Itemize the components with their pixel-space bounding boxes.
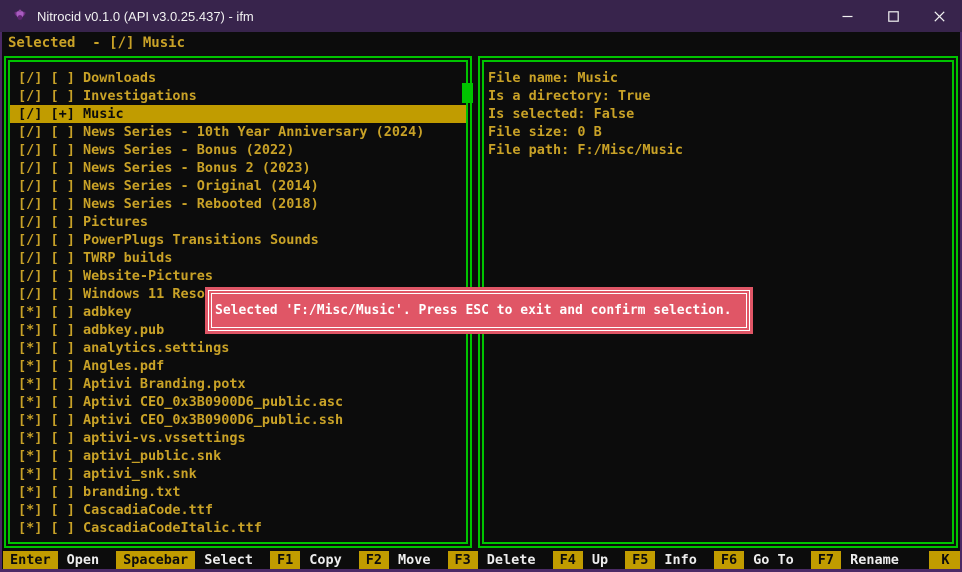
list-item[interactable]: [*] [ ] branding.txt <box>10 483 466 501</box>
list-item[interactable]: [*] [ ] Aptivi Branding.potx <box>10 375 466 393</box>
maximize-button[interactable] <box>870 0 916 32</box>
key-action-label: Copy <box>309 551 342 569</box>
window-controls <box>824 0 962 32</box>
list-item[interactable]: [/] [ ] News Series - Original (2014) <box>10 177 466 195</box>
file-info-list: File name: MusicIs a directory: TrueIs s… <box>484 62 952 159</box>
info-line: File size: 0 B <box>488 123 952 141</box>
info-line: Is a directory: True <box>488 87 952 105</box>
list-item[interactable]: [*] [ ] CascadiaCodeItalic.ttf <box>10 519 466 537</box>
key-chip[interactable]: Enter <box>3 551 58 569</box>
list-item[interactable]: [*] [ ] CascadiaCode.ttf <box>10 501 466 519</box>
info-line: File name: Music <box>488 69 952 87</box>
key-chip[interactable]: F5 <box>625 551 655 569</box>
dialog-message: Selected 'F:/Misc/Music'. Press ESC to e… <box>208 290 750 331</box>
close-button[interactable] <box>916 0 962 32</box>
list-item[interactable]: [/] [ ] News Series - Bonus (2022) <box>10 141 466 159</box>
title-bar: Nitrocid v0.1.0 (API v3.0.25.437) - ifm <box>0 0 962 32</box>
app-window: Nitrocid v0.1.0 (API v3.0.25.437) - ifm … <box>0 0 962 572</box>
list-item[interactable]: [*] [ ] Aptivi CEO_0x3B0900D6_public.asc <box>10 393 466 411</box>
selection-dialog: Selected 'F:/Misc/Music'. Press ESC to e… <box>205 287 753 334</box>
key-chip[interactable]: F7 <box>811 551 841 569</box>
key-action-label: Select <box>204 551 253 569</box>
minimize-icon <box>842 11 853 22</box>
nitrocid-logo-icon <box>12 8 28 24</box>
key-action-label: Info <box>664 551 697 569</box>
minimize-button[interactable] <box>824 0 870 32</box>
list-item[interactable]: [/] [ ] News Series - Bonus 2 (2023) <box>10 159 466 177</box>
list-item[interactable]: [*] [ ] Angles.pdf <box>10 357 466 375</box>
list-item[interactable]: [*] [ ] aptivi_public.snk <box>10 447 466 465</box>
list-item[interactable]: [/] [ ] News Series - Rebooted (2018) <box>10 195 466 213</box>
scrollbar-thumb[interactable] <box>462 83 473 103</box>
window-frame-left <box>0 32 2 572</box>
key-action-label: Move <box>398 551 431 569</box>
key-chip[interactable]: Spacebar <box>116 551 195 569</box>
maximize-icon <box>888 11 899 22</box>
list-item[interactable]: [/] [ ] Website-Pictures <box>10 267 466 285</box>
window-title: Nitrocid v0.1.0 (API v3.0.25.437) - ifm <box>37 9 254 24</box>
list-item[interactable]: [*] [ ] Aptivi CEO_0x3B0900D6_public.ssh <box>10 411 466 429</box>
status-bar: Enter Open Spacebar Select F1 Copy F2 Move F3 Del… <box>3 551 962 569</box>
key-chip[interactable]: F1 <box>270 551 300 569</box>
info-line: File path: F:/Misc/Music <box>488 141 952 159</box>
key-chip[interactable]: F4 <box>553 551 583 569</box>
list-item[interactable]: [/] [+] Music <box>10 105 466 123</box>
key-action-label: Go To <box>753 551 794 569</box>
list-item[interactable]: [*] [ ] aptivi-vs.vssettings <box>10 429 466 447</box>
key-action-label: Delete <box>487 551 536 569</box>
key-action-label: Rename <box>850 551 899 569</box>
key-chip[interactable]: F6 <box>714 551 744 569</box>
key-chip[interactable]: F3 <box>448 551 478 569</box>
close-icon <box>934 11 945 22</box>
key-chip[interactable]: F2 <box>359 551 389 569</box>
list-item[interactable]: [/] [ ] Investigations <box>10 87 466 105</box>
key-chip-overflow[interactable]: K <box>929 551 962 569</box>
list-item[interactable]: [*] [ ] aptivi_snk.snk <box>10 465 466 483</box>
list-item[interactable]: [/] [ ] PowerPlugs Transitions Sounds <box>10 231 466 249</box>
key-action-label: Up <box>592 551 608 569</box>
info-line: Is selected: False <box>488 105 952 123</box>
list-item[interactable]: [/] [ ] News Series - 10th Year Annivers… <box>10 123 466 141</box>
list-item[interactable]: [/] [ ] TWRP builds <box>10 249 466 267</box>
list-item[interactable]: [*] [ ] analytics.settings <box>10 339 466 357</box>
selection-status: Selected - [/] Music <box>8 33 185 53</box>
list-item[interactable]: [/] [ ] Downloads <box>10 69 466 87</box>
key-action-label: Open <box>67 551 100 569</box>
list-item[interactable]: [/] [ ] Pictures <box>10 213 466 231</box>
